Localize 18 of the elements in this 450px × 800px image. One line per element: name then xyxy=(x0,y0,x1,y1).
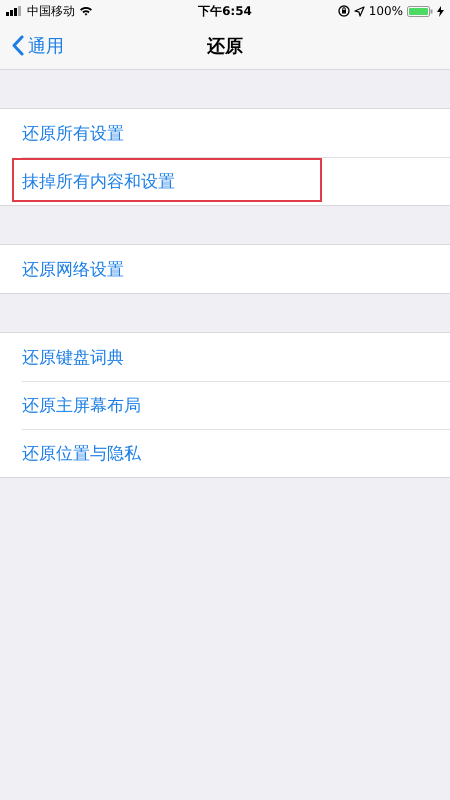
rotation-lock-icon xyxy=(338,5,350,17)
location-arrow-icon xyxy=(354,6,365,16)
settings-row[interactable]: 还原所有设置 xyxy=(0,109,450,157)
wifi-icon xyxy=(79,6,93,16)
back-button[interactable]: 通用 xyxy=(0,24,64,68)
page-title: 还原 xyxy=(207,34,243,58)
clock-time: 下午6:54 xyxy=(198,4,252,18)
battery-percentage: 100% xyxy=(368,4,403,18)
charging-bolt-icon xyxy=(437,6,444,16)
settings-row[interactable]: 还原主屏幕布局 xyxy=(0,381,450,429)
carrier-name: 中国移动 xyxy=(27,2,75,20)
settings-row[interactable]: 还原网络设置 xyxy=(0,245,450,293)
signal-icon xyxy=(6,6,23,16)
settings-row[interactable]: 抹掉所有内容和设置 xyxy=(0,157,450,205)
settings-row[interactable]: 还原位置与隐私 xyxy=(0,429,450,477)
settings-row[interactable]: 还原键盘词典 xyxy=(0,333,450,381)
battery-icon xyxy=(407,6,433,16)
back-chevron-icon xyxy=(12,35,24,56)
